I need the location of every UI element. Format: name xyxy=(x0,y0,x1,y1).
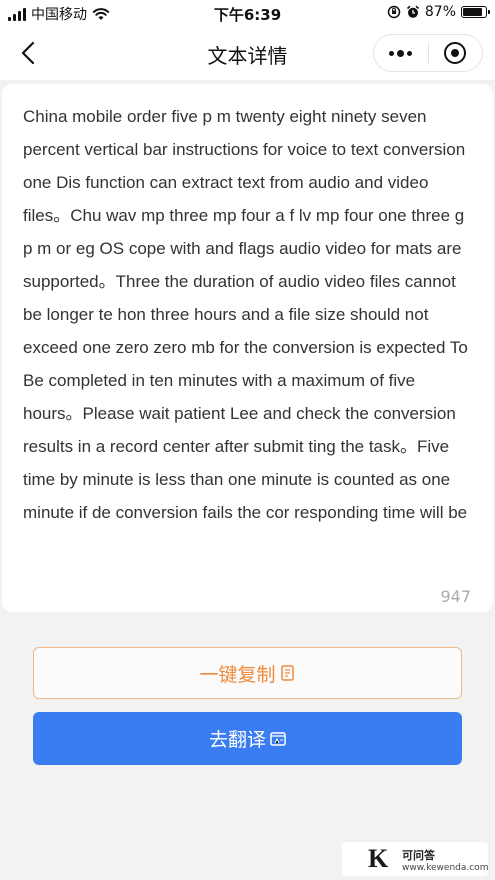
text-detail-card: China mobile order five p m twenty eight… xyxy=(2,84,493,612)
watermark-site-name: 可问答 xyxy=(402,849,435,862)
status-right: 87% xyxy=(387,4,490,20)
translate-button-label: 去翻译 xyxy=(208,729,266,751)
more-button[interactable] xyxy=(374,35,428,71)
battery-icon xyxy=(461,6,490,18)
mini-program-capsule xyxy=(373,34,483,72)
copy-button-label: 一键复制 xyxy=(199,663,276,686)
battery-percent: 87% xyxy=(424,4,456,20)
watermark-text: 可问答 www.kewenda.com xyxy=(402,847,488,873)
copy-all-button[interactable]: 一键复制 xyxy=(33,647,462,699)
target-circle-icon xyxy=(444,42,467,64)
status-bar: 中国移动 下午6:39 87% xyxy=(0,0,495,28)
copy-icon xyxy=(280,665,294,681)
translate-icon xyxy=(270,731,286,746)
close-mini-program-button[interactable] xyxy=(429,35,483,71)
nav-bar: 文本详情 xyxy=(0,28,495,80)
translate-button[interactable]: 去翻译 xyxy=(33,712,462,765)
watermark-logo: K xyxy=(368,844,389,873)
orientation-lock-icon xyxy=(387,5,401,19)
character-count: 947 xyxy=(434,587,471,606)
site-watermark: K 可问答 www.kewenda.com xyxy=(342,842,488,876)
more-dots-icon xyxy=(389,49,413,57)
watermark-url: www.kewenda.com xyxy=(402,863,489,873)
alarm-icon xyxy=(406,5,419,18)
battery-level-fill xyxy=(463,8,483,16)
transcribed-text: China mobile order five p m twenty eight… xyxy=(23,107,468,522)
